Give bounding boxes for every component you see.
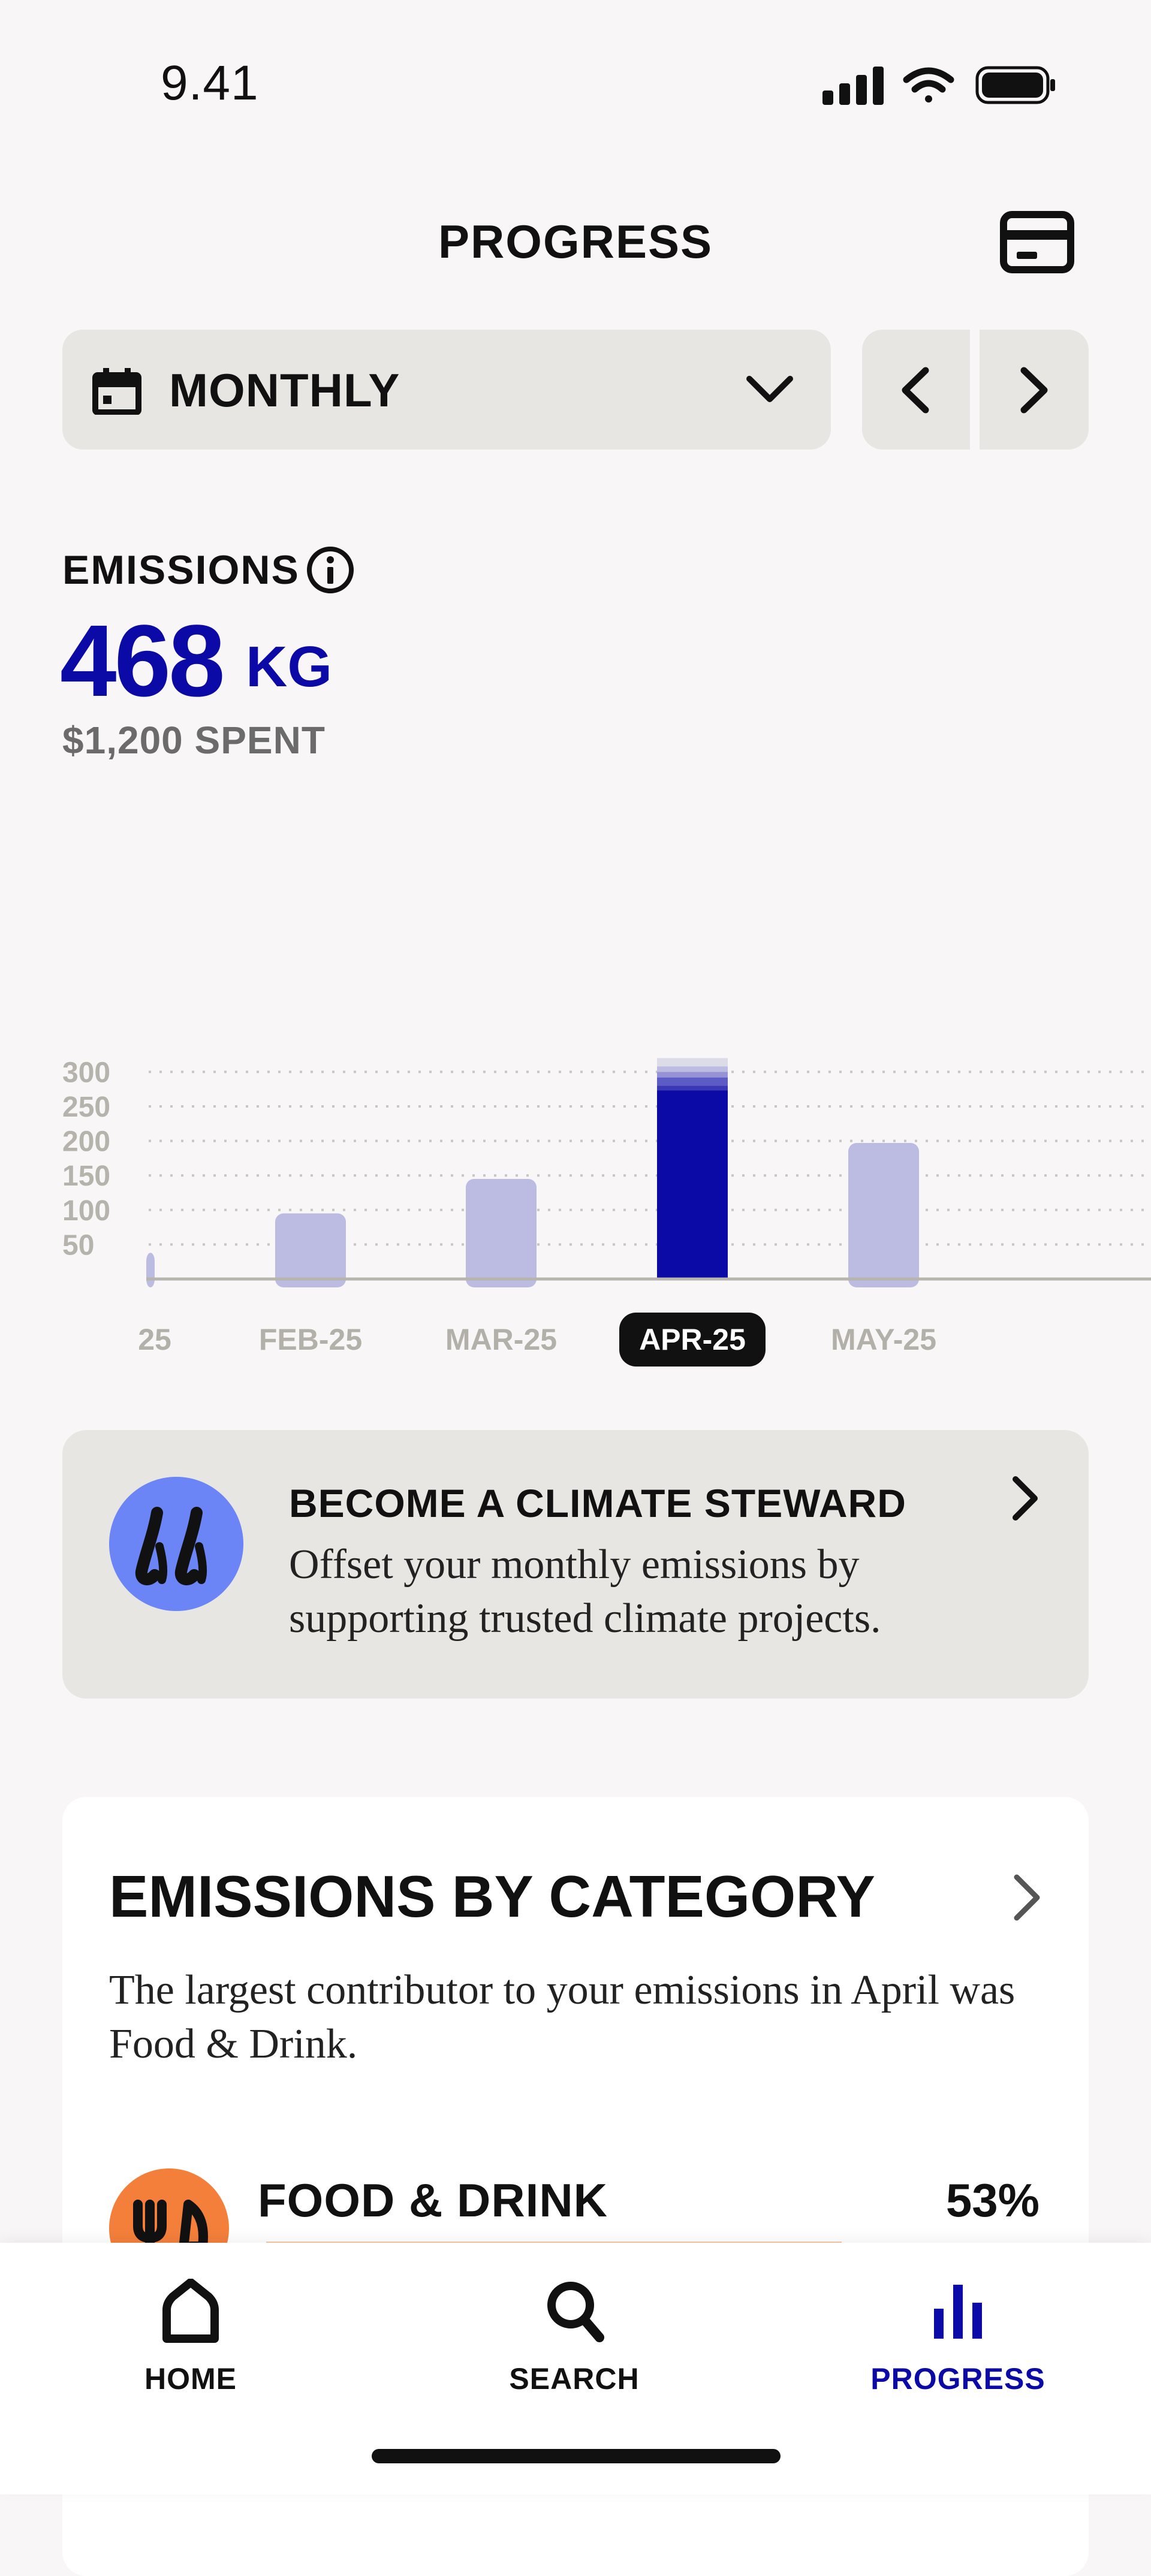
category-card-title: EMISSIONS BY CATEGORY bbox=[109, 1863, 875, 1929]
bar-segment bbox=[657, 1085, 728, 1091]
chevron-right-icon bbox=[1020, 367, 1048, 414]
emissions-value: 468 bbox=[60, 604, 225, 718]
y-tick-label: 150 bbox=[62, 1160, 110, 1192]
tab-progress[interactable]: PROGRESS bbox=[838, 2243, 1078, 2423]
emissions-unit: KG bbox=[246, 635, 332, 699]
info-icon[interactable] bbox=[306, 545, 355, 595]
steward-logo-icon bbox=[135, 1507, 207, 1586]
bar bbox=[146, 1253, 155, 1287]
bar bbox=[848, 1143, 919, 1287]
y-tick-label: 100 bbox=[62, 1195, 110, 1227]
credit-card-icon[interactable] bbox=[1000, 211, 1074, 273]
tab-home-label: HOME bbox=[144, 2362, 237, 2396]
previous-period-button[interactable] bbox=[862, 330, 970, 450]
x-tick-label[interactable]: MAR-25 bbox=[445, 1323, 557, 1356]
top-category-name: FOOD & DRINK bbox=[258, 2174, 608, 2227]
home-icon bbox=[162, 2279, 219, 2343]
emissions-label: EMISSIONS bbox=[62, 547, 300, 593]
chevron-right-icon bbox=[1014, 1874, 1040, 1921]
climate-steward-logo bbox=[109, 1477, 243, 1611]
period-label: MONTHLY bbox=[169, 364, 400, 417]
cellular-signal-icon bbox=[822, 67, 884, 105]
status-time: 9.41 bbox=[161, 56, 259, 110]
spent-amount: $1,200 SPENT bbox=[62, 719, 326, 762]
x-tick-label[interactable]: MAY-25 bbox=[831, 1323, 936, 1356]
x-tick-label[interactable]: 25 bbox=[138, 1323, 171, 1356]
chevron-left-icon bbox=[902, 367, 929, 414]
bar-segment bbox=[657, 1058, 728, 1067]
status-icons bbox=[822, 66, 1055, 105]
steward-description: Offset your monthly emissions by support… bbox=[289, 1542, 881, 1642]
chevron-down-icon bbox=[746, 376, 793, 402]
wifi-icon bbox=[903, 67, 954, 102]
next-period-button[interactable] bbox=[980, 330, 1089, 450]
tab-progress-label: PROGRESS bbox=[870, 2362, 1045, 2396]
climate-steward-card[interactable]: BECOME A CLIMATE STEWARD Offset your mon… bbox=[62, 1430, 1089, 1699]
chevron-right-icon bbox=[1013, 1476, 1038, 1521]
bar-chart-icon bbox=[934, 2285, 982, 2339]
period-dropdown[interactable]: MONTHLY bbox=[62, 330, 831, 450]
y-tick-label: 50 bbox=[62, 1229, 94, 1261]
steward-title: BECOME A CLIMATE STEWARD bbox=[289, 1481, 906, 1525]
calendar-icon bbox=[92, 368, 141, 415]
tab-search[interactable]: SEARCH bbox=[454, 2243, 694, 2423]
page-title: PROGRESS bbox=[438, 215, 713, 268]
battery-icon bbox=[975, 66, 1055, 104]
category-card-summary: The largest contributor to your emission… bbox=[109, 1967, 1016, 2067]
bar-segment bbox=[657, 1066, 728, 1072]
bar-segment bbox=[657, 1072, 728, 1078]
x-tick-label[interactable]: APR-25 bbox=[639, 1323, 746, 1356]
search-icon bbox=[547, 2282, 604, 2342]
bar-segment bbox=[657, 1077, 728, 1086]
home-indicator bbox=[372, 2449, 781, 2463]
bar-segment bbox=[657, 1090, 728, 1279]
y-tick-label: 200 bbox=[62, 1126, 110, 1158]
emissions-bar-chart[interactable]: 50100150200250300 25 FEB-25 MAR-25 APR-25 MAY… bbox=[0, 827, 1151, 1390]
top-category-percent: 53% bbox=[945, 2174, 1039, 2227]
x-tick-label[interactable]: FEB-25 bbox=[259, 1323, 362, 1356]
tab-search-label: SEARCH bbox=[509, 2362, 640, 2396]
tab-home[interactable]: HOME bbox=[71, 2243, 311, 2423]
y-tick-label: 250 bbox=[62, 1091, 110, 1123]
y-tick-label: 300 bbox=[62, 1057, 110, 1088]
